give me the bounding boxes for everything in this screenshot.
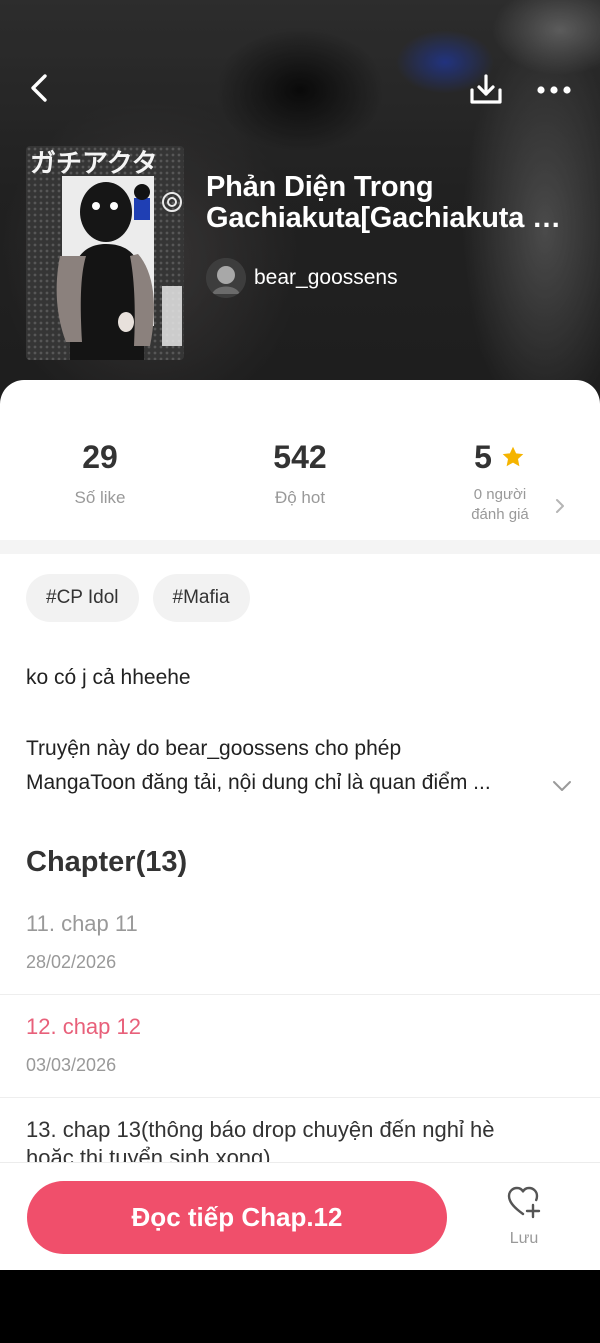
rating-count-label: 0 người đánh giá: [400, 485, 600, 525]
cover-artwork: ガチアクタ: [26, 146, 184, 360]
likes-label: Số like: [74, 488, 126, 507]
tag-chip[interactable]: #Mafia: [152, 574, 250, 622]
back-button[interactable]: [18, 68, 58, 108]
author-link[interactable]: bear_goossens: [206, 258, 398, 298]
rating-stat[interactable]: 5 0 người đánh giá: [400, 430, 600, 525]
save-label: Lưu: [509, 1230, 539, 1247]
download-icon: [470, 74, 502, 104]
rating-value: 5: [474, 439, 492, 475]
star-icon: [502, 446, 524, 467]
system-navigation-bar: [0, 1270, 600, 1343]
bottom-action-bar: Đọc tiếp Chap.12 Lưu: [0, 1162, 600, 1270]
hot-label: Độ hot: [274, 488, 326, 507]
heart-plus-icon: [507, 1186, 541, 1219]
story-cover-image[interactable]: ガチアクタ: [26, 146, 184, 360]
story-title-line2: Gachiakuta[Gachiakuta X ...: [206, 203, 578, 234]
story-title-line1: Phản Diện Trong: [206, 172, 434, 203]
chevron-left-icon: [31, 74, 47, 102]
chapter-date: 28/02/2026: [26, 952, 117, 972]
chevron-down-icon: [553, 781, 571, 791]
rating-label-line1: 0 người: [473, 486, 527, 503]
copyright-notice: Truyện này do bear_goossens cho phép Man…: [26, 732, 546, 800]
svg-text:ガチアクタ: ガチアクタ: [30, 149, 158, 179]
avatar-image: [206, 258, 246, 298]
expand-description-button[interactable]: [548, 772, 576, 800]
chapter-item[interactable]: 12. chap 12 03/03/2026: [0, 995, 600, 1098]
save-button[interactable]: Lưu: [494, 1185, 554, 1255]
chapter-date: 03/03/2026: [26, 1055, 117, 1075]
author-name[interactable]: bear_goossens: [254, 266, 398, 290]
notice-line2: MangaToon đăng tải, nội dung chỉ là quan…: [26, 771, 491, 794]
more-horizontal-icon: [537, 86, 571, 94]
tag-list: #CP Idol #Mafia: [26, 574, 250, 622]
story-title: Phản Diện Trong Gachiakuta[Gachiakuta X …: [206, 172, 578, 234]
tag-chip[interactable]: #CP Idol: [26, 574, 139, 622]
story-detail-panel: 29 Số like 542 Độ hot 5 0 người đánh giá…: [0, 380, 600, 1270]
rating-label-line2: đánh giá: [471, 506, 529, 523]
notice-line1: Truyện này do bear_goossens cho phép: [26, 737, 402, 760]
avatar[interactable]: [206, 258, 246, 298]
chapter-count-heading: Chapter(13): [26, 846, 188, 878]
continue-reading-button[interactable]: Đọc tiếp Chap.12: [27, 1181, 447, 1254]
likes-count: 29: [82, 439, 118, 475]
story-description: ko có j cả hheehe: [26, 666, 191, 689]
chapter-list: 11. chap 11 28/02/2026 12. chap 12 03/03…: [0, 892, 600, 1178]
more-options-button[interactable]: [530, 70, 578, 110]
chapter-title: 12. chap 12: [26, 1014, 141, 1039]
download-button[interactable]: [464, 68, 508, 112]
story-header-background: ガチアクタ Phản Diện Trong Gachiakuta[Gachiak…: [0, 0, 600, 420]
chevron-right-icon[interactable]: [554, 497, 566, 515]
hot-stat: 542 Độ hot: [200, 430, 400, 508]
chapter-title: 11. chap 11: [26, 911, 138, 936]
hot-count: 542: [273, 439, 327, 475]
chapter-item[interactable]: 11. chap 11 28/02/2026: [0, 892, 600, 995]
stats-row: 29 Số like 542 Độ hot 5 0 người đánh giá: [0, 430, 600, 550]
likes-stat: 29 Số like: [0, 430, 200, 508]
section-divider: [0, 540, 600, 554]
